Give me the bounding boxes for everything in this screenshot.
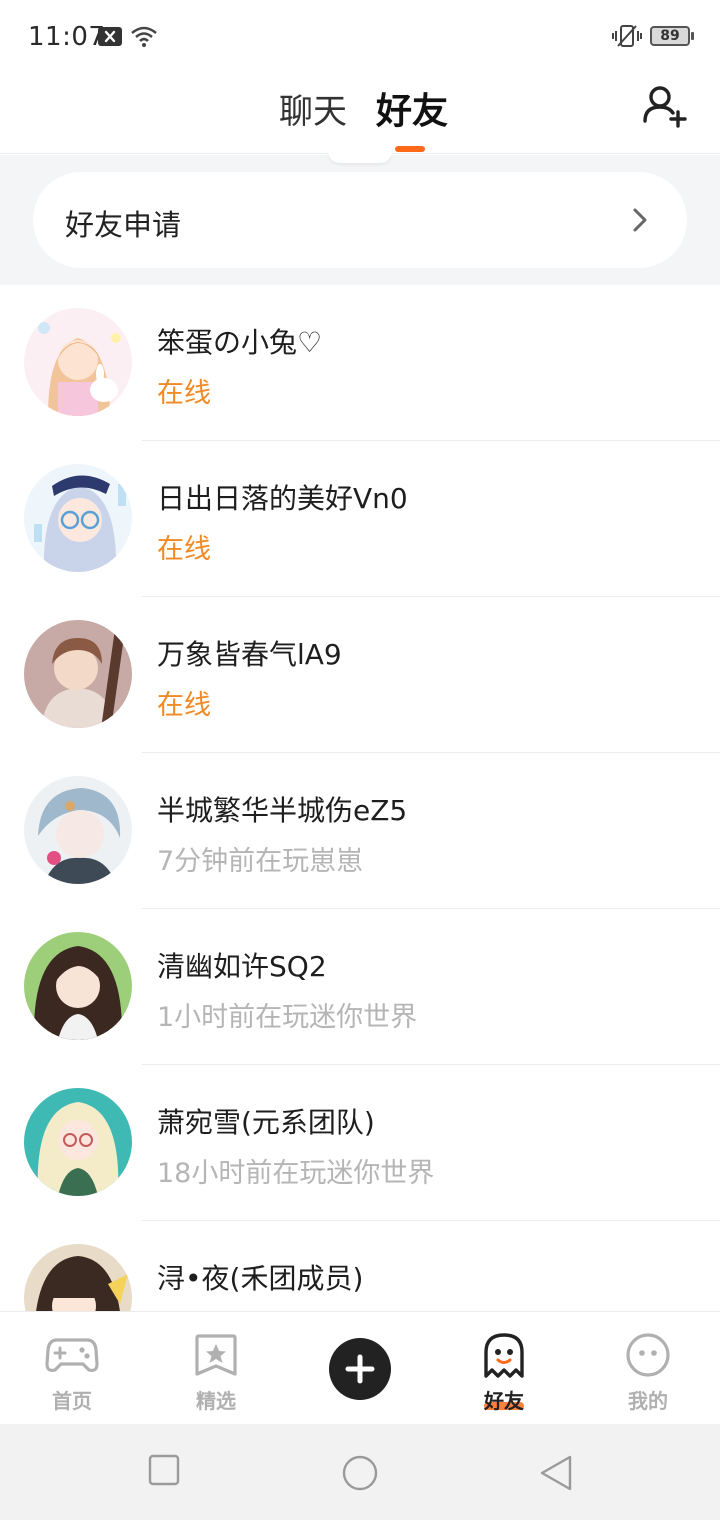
friend-status: 在线 [157, 378, 211, 409]
friend-row[interactable]: 万象皆春气lA9 在线 [0, 597, 720, 753]
vibrate-mute-icon [612, 24, 642, 52]
back-triangle-icon[interactable] [538, 1454, 574, 1496]
friend-status: 1小时前在玩迷你世界 [157, 1002, 418, 1033]
friend-row[interactable]: 浔•夜(禾团成员) [0, 1221, 720, 1311]
avatar[interactable] [24, 464, 132, 572]
plus-icon [345, 1354, 375, 1384]
recent-apps-icon[interactable] [148, 1454, 180, 1490]
friend-name: 浔•夜(禾团成员) [157, 1262, 364, 1295]
friend-request-section: 好友申请 [0, 151, 720, 285]
ghost-icon [477, 1332, 531, 1378]
nav-friends[interactable]: 好友 [432, 1312, 576, 1425]
pull-refresh-handle [328, 151, 392, 163]
avatar[interactable] [24, 1244, 132, 1311]
friend-row[interactable]: 笨蛋の小兔♡ 在线 [0, 285, 720, 441]
friend-request-label: 好友申请 [65, 208, 182, 242]
avatar[interactable] [24, 776, 132, 884]
friend-status: 在线 [157, 690, 211, 721]
nav-featured[interactable]: 精选 [144, 1312, 288, 1425]
avatar[interactable] [24, 1088, 132, 1196]
notification-x-icon [98, 27, 122, 46]
tab-chat[interactable]: 聊天 [279, 84, 347, 133]
nav-home-label: 首页 [52, 1389, 92, 1413]
avatar[interactable] [24, 308, 132, 416]
friend-name: 笨蛋の小兔♡ [157, 326, 323, 359]
friend-name: 半城繁华半城伤eZ5 [157, 794, 408, 827]
top-tab-bar: 聊天 好友 [0, 72, 720, 154]
battery-indicator: 89 [650, 26, 694, 46]
nav-featured-label: 精选 [196, 1389, 236, 1413]
active-tab-indicator [395, 146, 425, 152]
create-plus-button[interactable] [329, 1338, 391, 1400]
friend-row[interactable]: 清幽如许SQ2 1小时前在玩迷你世界 [0, 909, 720, 1065]
nav-home[interactable]: 首页 [0, 1312, 144, 1425]
friend-request-button[interactable]: 好友申请 [33, 172, 687, 268]
bottom-navigation: 首页 精选 好友 我的 [0, 1311, 720, 1424]
friend-status: 18小时前在玩迷你世界 [157, 1158, 435, 1189]
avatar[interactable] [24, 620, 132, 728]
chevron-right-icon [631, 206, 649, 238]
friend-status: 7分钟前在玩崽崽 [157, 846, 364, 877]
friend-name: 日出日落的美好Vn0 [157, 482, 408, 515]
friend-row[interactable]: 日出日落的美好Vn0 在线 [0, 441, 720, 597]
status-time: 11:07 [28, 22, 106, 52]
nav-friends-label: 好友 [484, 1389, 524, 1413]
friend-name: 万象皆春气lA9 [157, 638, 342, 671]
status-bar: 11:07 89 [0, 0, 720, 72]
friend-row[interactable]: 萧宛雪(元系团队) 18小时前在玩迷你世界 [0, 1065, 720, 1221]
friend-name: 萧宛雪(元系团队) [157, 1106, 375, 1139]
friend-status: 在线 [157, 534, 211, 565]
wifi-icon [130, 24, 158, 52]
home-circle-icon[interactable] [341, 1454, 379, 1496]
avatar[interactable] [24, 932, 132, 1040]
friend-list: 笨蛋の小兔♡ 在线 日出日落的美好Vn0 在线 万象皆春气lA9 在线 半城繁华… [0, 285, 720, 1311]
face-icon [621, 1332, 675, 1378]
nav-profile[interactable]: 我的 [576, 1312, 720, 1425]
friend-name: 清幽如许SQ2 [157, 950, 327, 983]
gamepad-icon [45, 1332, 99, 1378]
friend-row[interactable]: 半城繁华半城伤eZ5 7分钟前在玩崽崽 [0, 753, 720, 909]
star-bookmark-icon [189, 1332, 243, 1378]
add-friend-icon[interactable] [640, 80, 692, 132]
nav-profile-label: 我的 [628, 1389, 668, 1413]
system-navigation-bar [0, 1424, 720, 1520]
tab-friends[interactable]: 好友 [376, 82, 448, 134]
